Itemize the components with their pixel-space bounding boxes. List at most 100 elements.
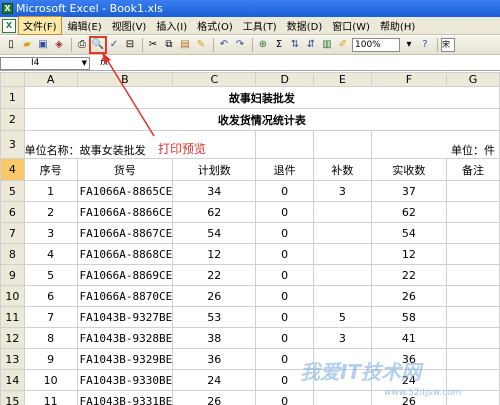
item-code-cell[interactable]: FA1066A-8866CE bbox=[76, 201, 174, 223]
row-header[interactable]: 11 bbox=[0, 306, 25, 328]
data-cell[interactable]: 22 bbox=[370, 264, 448, 286]
menu-edit[interactable]: 编辑(E) bbox=[64, 17, 106, 34]
menu-format[interactable]: 格式(O) bbox=[193, 17, 237, 34]
insert-function-icon[interactable]: fx bbox=[100, 58, 109, 68]
menu-window[interactable]: 窗口(W) bbox=[328, 17, 374, 34]
item-code-cell[interactable]: FA1066A-8867CE bbox=[76, 222, 174, 244]
hyperlink-icon[interactable]: ⊕ bbox=[256, 38, 270, 52]
paste-icon[interactable]: ▤ bbox=[178, 38, 192, 52]
header-cell[interactable]: 实收数 bbox=[370, 158, 448, 181]
autosum-icon[interactable]: Σ bbox=[272, 38, 286, 52]
data-cell[interactable]: 4 bbox=[23, 243, 78, 265]
data-cell[interactable]: 10 bbox=[23, 369, 78, 391]
item-code-cell[interactable]: FA1066A-8870CE bbox=[76, 285, 174, 307]
workbook-icon[interactable]: X bbox=[2, 18, 16, 33]
data-cell[interactable] bbox=[446, 327, 500, 349]
font-name-select[interactable]: 宋 bbox=[441, 38, 455, 52]
column-header[interactable]: F bbox=[370, 72, 448, 87]
data-cell[interactable]: 0 bbox=[255, 180, 315, 202]
data-cell[interactable] bbox=[446, 201, 500, 223]
data-cell[interactable] bbox=[313, 243, 372, 265]
row-header[interactable]: 1 bbox=[0, 86, 25, 109]
unit-name-cell[interactable]: 单位名称：故事女装批发 bbox=[23, 130, 257, 159]
data-cell[interactable]: 36 bbox=[172, 348, 257, 370]
data-cell[interactable] bbox=[446, 222, 500, 244]
row-header[interactable]: 6 bbox=[0, 201, 25, 223]
data-cell[interactable]: 6 bbox=[23, 285, 78, 307]
data-cell[interactable]: 0 bbox=[255, 201, 315, 223]
data-cell[interactable]: 0 bbox=[255, 390, 315, 405]
row-header[interactable]: 13 bbox=[0, 348, 25, 370]
menu-view[interactable]: 视图(V) bbox=[108, 17, 151, 34]
item-code-cell[interactable]: FA1043B-9331BE bbox=[76, 390, 174, 405]
research-icon[interactable]: ⊟ bbox=[123, 38, 137, 52]
row-header[interactable]: 14 bbox=[0, 369, 25, 391]
header-cell[interactable]: 货号 bbox=[76, 158, 174, 181]
data-cell[interactable]: 0 bbox=[255, 243, 315, 265]
row-header[interactable]: 12 bbox=[0, 327, 25, 349]
data-cell[interactable]: 22 bbox=[172, 264, 257, 286]
data-cell[interactable]: 12 bbox=[172, 243, 257, 265]
sheet-title[interactable]: 故事妇装批发 bbox=[23, 86, 500, 109]
data-cell[interactable]: 41 bbox=[370, 327, 448, 349]
spelling-icon[interactable]: ✓ bbox=[107, 38, 121, 52]
data-cell[interactable]: 12 bbox=[370, 243, 448, 265]
data-cell[interactable]: 0 bbox=[255, 306, 315, 328]
column-header[interactable]: C bbox=[172, 72, 257, 87]
cell[interactable] bbox=[255, 130, 315, 159]
row-header[interactable]: 8 bbox=[0, 243, 25, 265]
item-code-cell[interactable]: FA1066A-8869CE bbox=[76, 264, 174, 286]
header-cell[interactable]: 备注 bbox=[446, 158, 500, 181]
header-cell[interactable]: 计划数 bbox=[172, 158, 257, 181]
column-header[interactable]: B bbox=[76, 72, 174, 87]
drawing-icon[interactable]: ✐ bbox=[336, 38, 350, 52]
help-icon[interactable]: ? bbox=[418, 38, 432, 52]
data-cell[interactable]: 54 bbox=[370, 222, 448, 244]
column-header[interactable]: G bbox=[446, 72, 500, 87]
menu-tools[interactable]: 工具(T) bbox=[239, 17, 281, 34]
data-cell[interactable] bbox=[446, 180, 500, 202]
data-cell[interactable]: 9 bbox=[23, 348, 78, 370]
column-header[interactable]: D bbox=[255, 72, 315, 87]
data-cell[interactable]: 0 bbox=[255, 264, 315, 286]
menu-file[interactable]: 文件(F) bbox=[18, 16, 62, 35]
data-cell[interactable] bbox=[446, 243, 500, 265]
row-header[interactable]: 15 bbox=[0, 390, 25, 405]
data-cell[interactable]: 26 bbox=[172, 285, 257, 307]
data-cell[interactable]: 38 bbox=[172, 327, 257, 349]
data-cell[interactable]: 0 bbox=[255, 327, 315, 349]
data-cell[interactable] bbox=[446, 306, 500, 328]
data-cell[interactable] bbox=[446, 348, 500, 370]
sort-ascending-icon[interactable]: ⇅ bbox=[288, 38, 302, 52]
menu-data[interactable]: 数据(D) bbox=[283, 17, 327, 34]
select-all-corner[interactable] bbox=[0, 72, 25, 87]
redo-icon[interactable]: ↷ bbox=[233, 38, 247, 52]
data-cell[interactable]: 7 bbox=[23, 306, 78, 328]
data-cell[interactable]: 0 bbox=[255, 285, 315, 307]
row-header[interactable]: 9 bbox=[0, 264, 25, 286]
header-cell[interactable]: 序号 bbox=[23, 158, 78, 181]
data-cell[interactable] bbox=[313, 264, 372, 286]
open-icon[interactable]: ▰ bbox=[20, 38, 34, 52]
data-cell[interactable]: 62 bbox=[172, 201, 257, 223]
undo-icon[interactable]: ↶ bbox=[217, 38, 231, 52]
chart-wizard-icon[interactable]: ▥ bbox=[320, 38, 334, 52]
data-cell[interactable]: 26 bbox=[172, 390, 257, 405]
data-cell[interactable]: 3 bbox=[313, 327, 372, 349]
row-header[interactable]: 3 bbox=[0, 130, 25, 159]
sort-descending-icon[interactable]: ⇵ bbox=[304, 38, 318, 52]
data-cell[interactable]: 3 bbox=[23, 222, 78, 244]
sheet-subtitle[interactable]: 收发货情况统计表 bbox=[23, 108, 500, 131]
data-cell[interactable]: 0 bbox=[255, 222, 315, 244]
row-header[interactable]: 5 bbox=[0, 180, 25, 202]
data-cell[interactable]: 5 bbox=[23, 264, 78, 286]
name-box-dropdown-icon[interactable]: ▼ bbox=[82, 58, 87, 69]
new-icon[interactable]: ▯ bbox=[4, 38, 18, 52]
column-header[interactable]: A bbox=[23, 72, 78, 87]
data-cell[interactable]: 24 bbox=[172, 369, 257, 391]
data-cell[interactable] bbox=[313, 285, 372, 307]
header-cell[interactable]: 退件 bbox=[255, 158, 315, 181]
data-cell[interactable]: 58 bbox=[370, 306, 448, 328]
data-cell[interactable]: 1 bbox=[23, 180, 78, 202]
permission-icon[interactable]: ◈ bbox=[52, 38, 66, 52]
